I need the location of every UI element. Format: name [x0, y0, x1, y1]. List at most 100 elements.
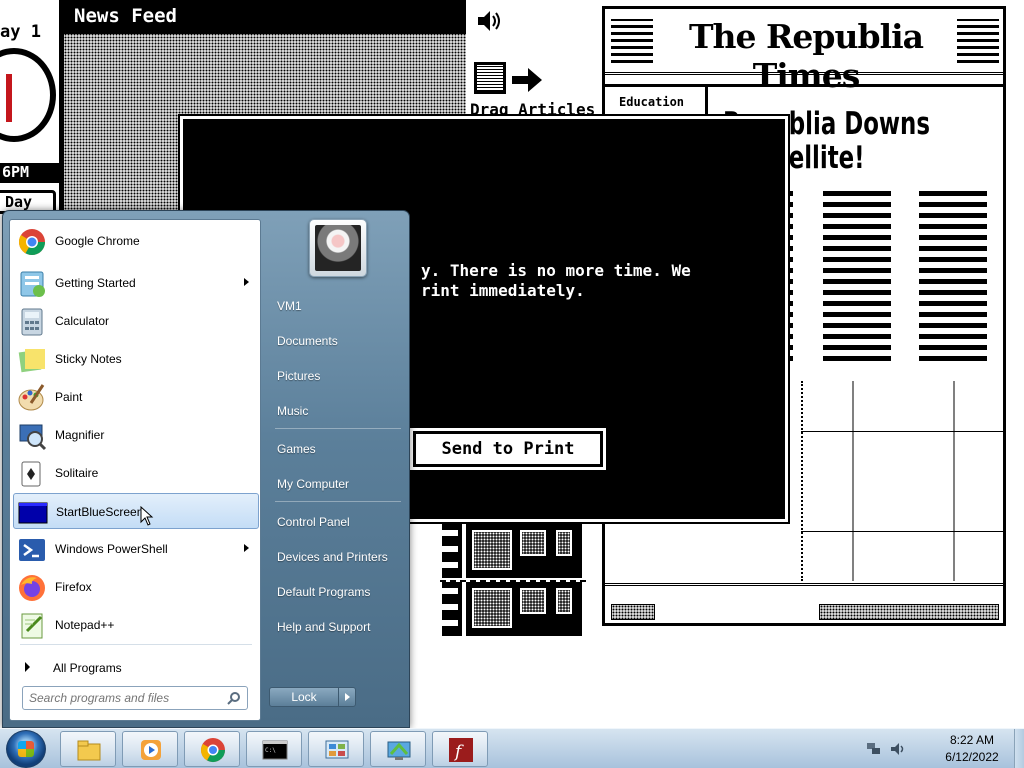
send-to-print-button[interactable]: Send to Print — [410, 428, 606, 470]
program-item[interactable]: Calculator — [13, 303, 259, 339]
article-column[interactable] — [823, 189, 891, 361]
program-item[interactable]: Getting Started — [13, 265, 259, 301]
separator — [275, 428, 401, 429]
getting-started-icon — [17, 269, 47, 299]
control-panel-link[interactable]: Control Panel — [271, 507, 405, 537]
article-strip[interactable] — [440, 580, 586, 636]
start-menu: Google Chrome Getting Started Calculator St… — [2, 210, 410, 728]
media-player-icon — [137, 736, 165, 764]
program-item[interactable]: Solitaire — [13, 455, 259, 491]
volume-icon[interactable] — [890, 742, 906, 756]
clock-hand — [6, 74, 12, 122]
program-label: Windows PowerShell — [55, 542, 168, 556]
taskbar-date[interactable]: 6/12/2022 — [936, 750, 1008, 764]
footer-bar — [611, 604, 655, 620]
taskbar-app-button[interactable] — [308, 731, 364, 767]
show-desktop-button[interactable] — [1014, 729, 1024, 768]
program-item[interactable]: Google Chrome — [13, 223, 259, 259]
remote-desktop-icon — [385, 736, 413, 764]
all-programs-button[interactable]: All Programs — [13, 652, 259, 682]
network-icon[interactable] — [866, 742, 882, 756]
program-label: Magnifier — [55, 428, 105, 442]
user-folder-link[interactable]: VM1 — [271, 291, 405, 321]
footer-bar — [819, 604, 999, 620]
program-label: Solitaire — [55, 466, 99, 480]
magnifier-icon — [17, 421, 47, 451]
user-avatar[interactable] — [309, 219, 367, 277]
separator — [20, 644, 252, 645]
program-item[interactable]: Paint — [13, 379, 259, 415]
program-item[interactable]: Sticky Notes — [13, 341, 259, 377]
taskbar-app-button[interactable]: f — [432, 731, 488, 767]
program-label: Calculator — [55, 314, 110, 328]
search-input[interactable] — [29, 690, 219, 706]
music-link[interactable]: Music — [271, 396, 405, 426]
separator — [275, 501, 401, 502]
program-item[interactable]: Magnifier — [13, 417, 259, 453]
firefox-icon — [17, 573, 47, 603]
dialog-message: y. There is no more time. We rint immedi… — [421, 261, 691, 300]
film-strip — [442, 582, 462, 636]
calculator-icon — [17, 307, 47, 337]
start-button[interactable] — [6, 730, 46, 768]
bluescreen-icon — [18, 498, 48, 528]
default-programs-link[interactable]: Default Programs — [271, 577, 405, 607]
games-link[interactable]: Games — [271, 434, 405, 464]
documents-link[interactable]: Documents — [271, 326, 405, 356]
pictures-link[interactable]: Pictures — [271, 361, 405, 391]
day-label: ay 1 — [0, 22, 41, 42]
my-computer-link[interactable]: My Computer — [271, 469, 405, 499]
taskbar-app-button[interactable]: C:\ — [246, 731, 302, 767]
program-label: StartBlueScreen — [56, 505, 144, 519]
taskbar-app-button[interactable] — [370, 731, 426, 767]
speaker-icon[interactable] — [476, 8, 502, 34]
program-label: Paint — [55, 390, 83, 404]
program-label: Notepad++ — [55, 618, 115, 632]
article-slots[interactable] — [801, 381, 1003, 581]
lock-button[interactable]: Lock — [269, 687, 339, 707]
arrow-right-icon — [512, 68, 542, 92]
help-support-link[interactable]: Help and Support — [271, 612, 405, 642]
clock-icon — [0, 48, 56, 142]
chrome-icon — [17, 227, 47, 257]
flash-icon: f — [447, 736, 475, 764]
all-programs-label: All Programs — [53, 661, 122, 675]
search-box[interactable] — [22, 686, 248, 710]
shutdown-options-button[interactable] — [338, 687, 356, 707]
article-thumbnail[interactable] — [466, 582, 582, 636]
program-item[interactable]: Windows PowerShell — [13, 531, 259, 567]
program-label: Google Chrome — [55, 234, 140, 248]
article-stack[interactable] — [440, 520, 586, 640]
taskbar-app-button[interactable] — [122, 731, 178, 767]
program-item[interactable]: Firefox — [13, 569, 259, 605]
article-thumbnail[interactable] — [466, 524, 582, 578]
chevron-right-icon — [25, 662, 30, 672]
day-panel: ay 1 6PM Day — [0, 0, 62, 215]
chevron-right-icon — [244, 278, 249, 286]
explorer-icon — [75, 736, 103, 764]
taskbar-app-button[interactable] — [60, 731, 116, 767]
program-item[interactable]: StartBlueScreen — [13, 493, 259, 529]
masthead-rule — [605, 77, 1003, 87]
film-strip — [442, 524, 462, 578]
program-label: Firefox — [55, 580, 92, 594]
article-strip[interactable] — [440, 522, 586, 578]
article-column[interactable] — [919, 189, 987, 361]
taskbar-app-button[interactable] — [184, 731, 240, 767]
program-label: Sticky Notes — [55, 352, 122, 366]
svg-text:C:\: C:\ — [265, 747, 276, 754]
program-item[interactable]: Notepad++ — [13, 607, 259, 643]
newspaper-section: Education — [619, 95, 685, 109]
time-label: 6PM — [0, 163, 59, 183]
paint-icon — [17, 383, 47, 413]
devices-printers-link[interactable]: Devices and Printers — [271, 542, 405, 572]
article-icon — [474, 62, 506, 94]
mouse-cursor-icon — [140, 506, 154, 526]
windows-logo-icon — [18, 741, 34, 757]
control-panel-icon — [323, 736, 351, 764]
taskbar-time[interactable]: 8:22 AM — [936, 733, 1008, 747]
cmd-icon: C:\ — [261, 736, 289, 764]
search-icon[interactable] — [227, 691, 241, 705]
chrome-icon — [199, 736, 227, 764]
chevron-right-icon — [244, 544, 249, 552]
